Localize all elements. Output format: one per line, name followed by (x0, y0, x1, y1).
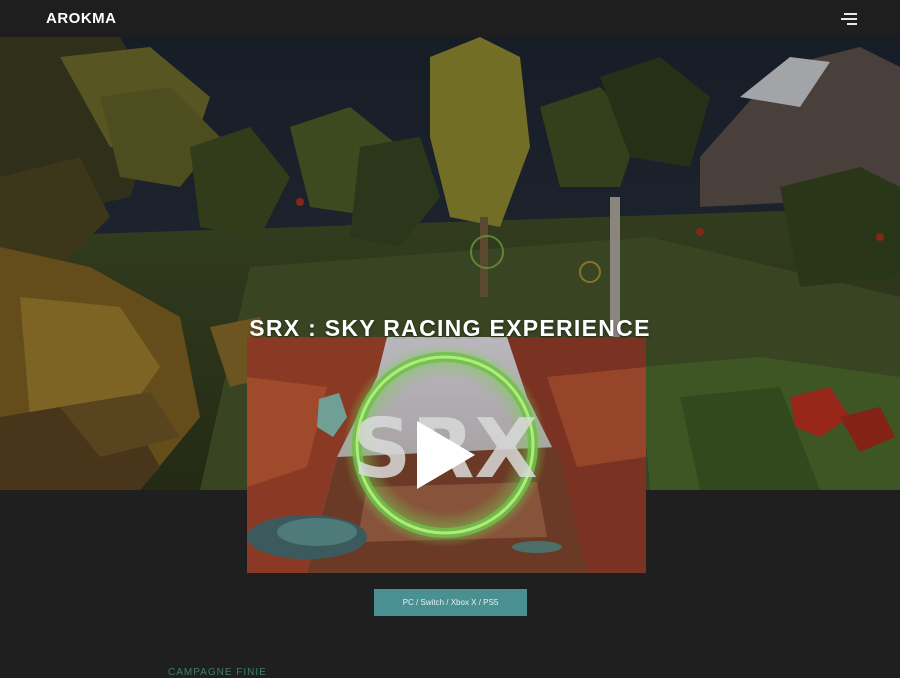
hamburger-menu-icon[interactable] (838, 10, 860, 28)
brand-logo[interactable]: AROKMA (46, 10, 117, 27)
game-title: SRX : SKY RACING EXPERIENCE (249, 315, 651, 342)
campaign-status-label: CAMPAGNE FINIE (168, 667, 267, 678)
video-player-thumbnail[interactable]: SRX (247, 337, 646, 573)
top-navigation-bar: AROKMA (0, 0, 900, 37)
play-icon[interactable] (413, 417, 479, 493)
platforms-button[interactable]: PC / Switch / Xbox X / PS5 (374, 589, 527, 616)
